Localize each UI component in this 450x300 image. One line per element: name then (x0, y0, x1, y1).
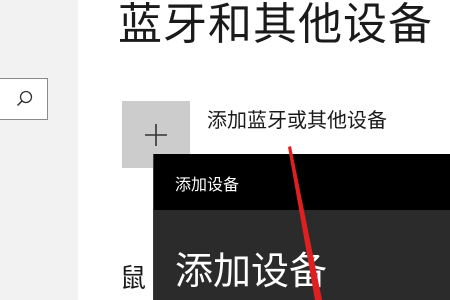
settings-sidebar (0, 0, 78, 300)
search-icon (16, 90, 33, 107)
dialog-heading: 添加设备 (175, 249, 328, 293)
dialog-title: 添加设备 (175, 175, 240, 194)
add-device-dialog: 添加设备 添加设备 (153, 154, 450, 300)
page-title: 蓝牙和其他设备 (118, 0, 433, 50)
section-heading-partial: 鼠 (120, 264, 147, 294)
plus-icon (145, 124, 167, 146)
dialog-titlebar[interactable]: 添加设备 (154, 154, 450, 210)
search-button[interactable] (0, 78, 48, 120)
add-device-label[interactable]: 添加蓝牙或其他设备 (207, 104, 387, 133)
